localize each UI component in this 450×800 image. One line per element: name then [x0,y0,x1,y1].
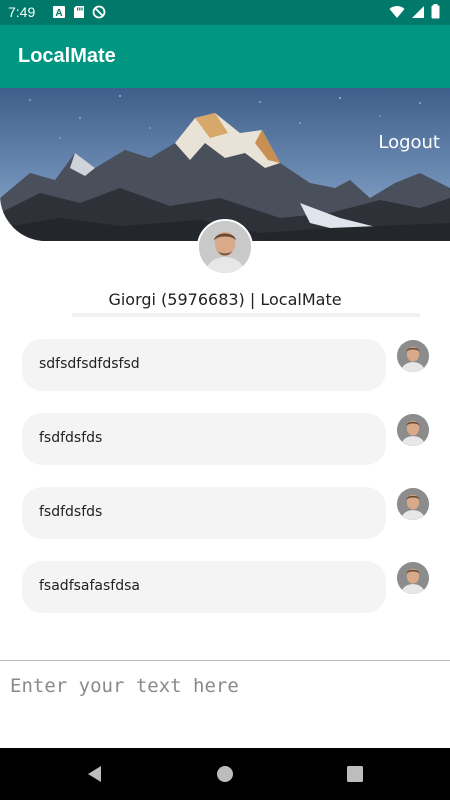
navigation-bar [0,748,450,800]
message-avatar [397,562,429,594]
home-icon[interactable] [215,764,235,784]
profile-avatar[interactable] [197,219,253,275]
battery-icon [431,4,440,19]
app-bar: LocalMate [0,25,450,88]
message-bubble[interactable]: fsdfdsfds [22,413,386,465]
back-icon[interactable] [85,764,105,784]
message-text: fsadfsafasfdsa [39,578,140,594]
person-avatar-icon [397,488,429,520]
user-info: Giorgi (5976683) | LocalMate [108,290,342,309]
message-avatar [397,414,429,446]
divider [72,313,420,317]
wifi-icon [389,5,405,18]
no-sync-icon [92,5,106,19]
message-input[interactable] [10,671,440,701]
svg-text:A: A [55,8,62,19]
status-time: 7:49 [8,4,36,20]
message-text: fsdfdsfds [39,430,103,446]
sd-card-icon [74,6,84,18]
message-bubble[interactable]: fsadfsafasfdsa [22,561,386,613]
person-avatar-icon [397,414,429,446]
signal-icon [412,5,424,18]
status-bar: 7:49 A [0,0,450,25]
message-avatar [397,488,429,520]
recents-icon[interactable] [345,764,365,784]
person-avatar-icon [397,340,429,372]
message-avatar [397,340,429,372]
message-bubble[interactable]: fsdfdsfds [22,487,386,539]
message-bubble[interactable]: sdfsdfsdfdsfsd [22,339,386,391]
person-avatar-icon [397,562,429,594]
app-title: LocalMate [18,45,116,67]
message-text: sdfsdfsdfdsfsd [39,356,140,372]
message-text: fsdfdsfds [39,504,103,520]
status-icons-right [389,4,440,19]
message-composer [0,660,450,748]
a-box-icon: A [53,6,65,19]
logout-button[interactable]: Logout [378,132,440,153]
person-avatar-icon [199,221,251,273]
status-icons-left: A [52,5,106,19]
